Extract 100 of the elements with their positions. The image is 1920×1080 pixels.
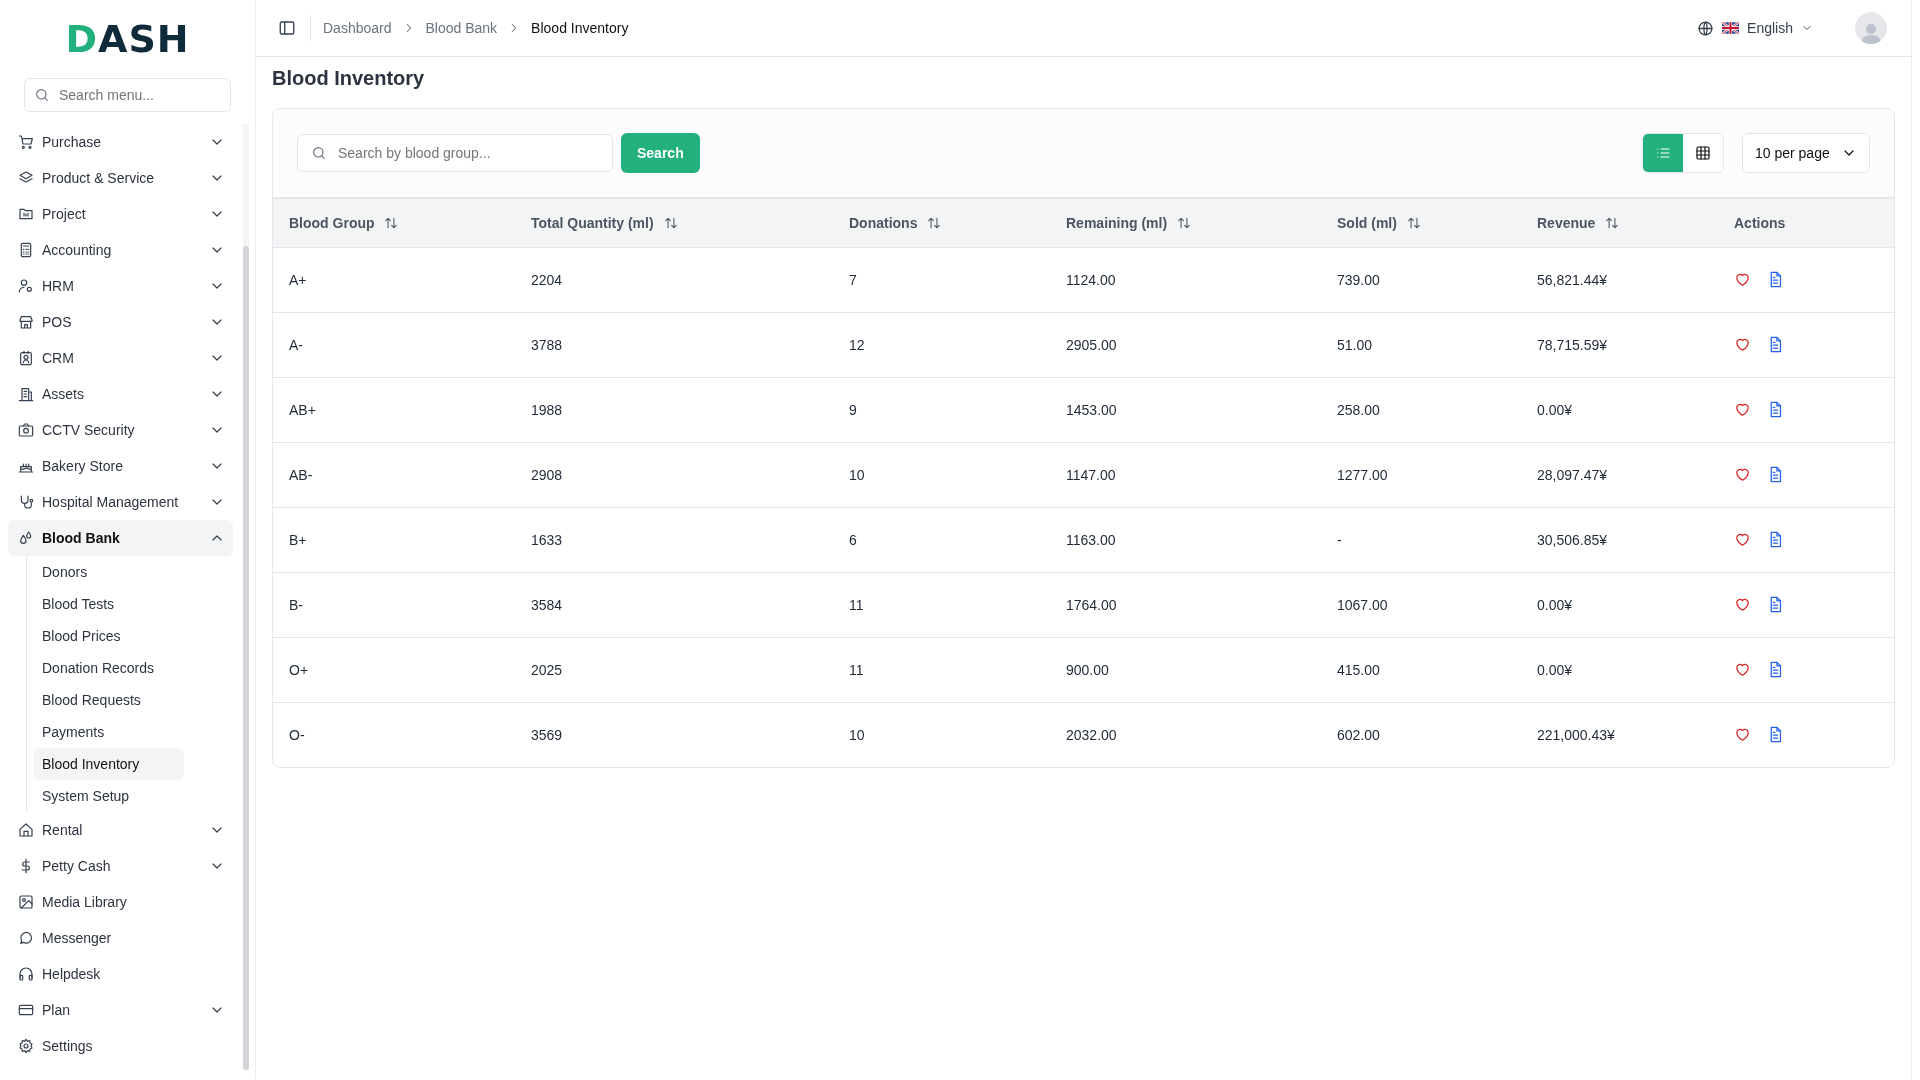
chat-icon (18, 930, 34, 946)
table-cell: 28,097.47¥ (1521, 442, 1718, 507)
table-cell: 2908 (515, 442, 833, 507)
table-cell: B- (273, 572, 515, 637)
menu-item[interactable]: Assets (8, 376, 233, 412)
table-cell: 51.00 (1321, 312, 1521, 377)
table-cell: 3569 (515, 702, 833, 767)
table-cell: - (1321, 507, 1521, 572)
table-cell: 739.00 (1321, 247, 1521, 312)
column-header[interactable]: Sold (ml) (1321, 199, 1521, 247)
submenu-item[interactable]: Blood Tests (34, 588, 184, 620)
menu-item[interactable]: Media Library (8, 884, 233, 920)
breadcrumb-link[interactable]: Dashboard (323, 20, 392, 36)
grid-icon (1695, 145, 1711, 161)
column-header[interactable]: Blood Group (273, 199, 515, 247)
language-selector[interactable]: English (1697, 19, 1813, 37)
contact-card-icon (18, 350, 34, 366)
table-cell: 2905.00 (1050, 312, 1321, 377)
breadcrumb-link[interactable]: Blood Bank (425, 20, 498, 36)
table-cell: 1764.00 (1050, 572, 1321, 637)
menu-item[interactable]: HRM (8, 268, 233, 304)
table-cell: 0.00¥ (1521, 637, 1718, 702)
list-icon (1655, 145, 1671, 161)
image-icon (18, 894, 34, 910)
menu-item[interactable]: CRM (8, 340, 233, 376)
table-cell: 1988 (515, 377, 833, 442)
table-cell: 3788 (515, 312, 833, 377)
submenu-item[interactable]: System Setup (34, 780, 184, 812)
table-cell: 1147.00 (1050, 442, 1321, 507)
menu-item[interactable]: Accounting (8, 232, 233, 268)
gear-icon (18, 1038, 34, 1054)
menu-item[interactable]: Hospital Management (8, 484, 233, 520)
table-cell: 6 (833, 507, 1050, 572)
breadcrumb-current: Blood Inventory (531, 20, 629, 36)
table-cell: 30,506.85¥ (1521, 507, 1718, 572)
column-header: Actions (1718, 199, 1894, 247)
menu-item[interactable]: Rental (8, 812, 233, 848)
table-cell: AB+ (273, 377, 515, 442)
menu-item[interactable]: Product & Service (8, 160, 233, 196)
per-page-select[interactable]: 10 per page (1742, 133, 1870, 173)
heart-button[interactable] (1734, 596, 1751, 613)
heart-button[interactable] (1734, 336, 1751, 353)
user-gear-icon (18, 278, 34, 294)
flag-icon (1722, 22, 1740, 34)
headphones-icon (18, 966, 34, 982)
heart-button[interactable] (1734, 271, 1751, 288)
table-cell: 1067.00 (1321, 572, 1521, 637)
table-cell: 2204 (515, 247, 833, 312)
table-cell: 1163.00 (1050, 507, 1321, 572)
heart-button[interactable] (1734, 726, 1751, 743)
menu-item[interactable]: Helpdesk (8, 956, 233, 992)
table-cell: AB- (273, 442, 515, 507)
table-cell: 900.00 (1050, 637, 1321, 702)
column-header[interactable]: Total Quantity (ml) (515, 199, 833, 247)
table-cell: 3584 (515, 572, 833, 637)
menu-item[interactable]: Settings (8, 1028, 233, 1064)
store-icon (18, 314, 34, 330)
submenu-item[interactable]: Donation Records (34, 652, 184, 684)
table-cell: 0.00¥ (1521, 572, 1718, 637)
submenu-item[interactable]: Blood Prices (34, 620, 184, 652)
table-cell: 11 (833, 572, 1050, 637)
table-cell: O+ (273, 637, 515, 702)
submenu-item[interactable]: Donors (34, 556, 184, 588)
submenu-item[interactable]: Blood Requests (34, 684, 184, 716)
heart-button[interactable] (1734, 531, 1751, 548)
menu-item[interactable]: Petty Cash (8, 848, 233, 884)
scrollbar[interactable] (243, 124, 249, 1070)
heart-button[interactable] (1734, 401, 1751, 418)
menu-item[interactable]: Plan (8, 992, 233, 1028)
menu-item[interactable]: Purchase (8, 124, 233, 160)
table-cell: A+ (273, 247, 515, 312)
menu-item[interactable]: POS (8, 304, 233, 340)
table-cell: 221,000.43¥ (1521, 702, 1718, 767)
camera-icon (18, 422, 34, 438)
table-cell: 12 (833, 312, 1050, 377)
table-cell: 1453.00 (1050, 377, 1321, 442)
folder-icon (18, 206, 34, 222)
column-header[interactable]: Donations (833, 199, 1050, 247)
drops-icon (18, 530, 34, 546)
menu-item[interactable]: Bakery Store (8, 448, 233, 484)
table-cell: 56,821.44¥ (1521, 247, 1718, 312)
menu-item[interactable]: Project (8, 196, 233, 232)
page-title: Blood Inventory (272, 67, 426, 90)
column-header[interactable]: Remaining (ml) (1050, 199, 1321, 247)
heart-button[interactable] (1734, 466, 1751, 483)
building-icon (18, 386, 34, 402)
menu-search-field[interactable]: Search menu... (24, 78, 231, 112)
column-header[interactable]: Revenue (1521, 199, 1718, 247)
menu-item[interactable]: Blood Bank (8, 520, 233, 556)
table-cell: 2025 (515, 637, 833, 702)
menu-item[interactable]: CCTV Security (8, 412, 233, 448)
table-cell: 10 (833, 442, 1050, 507)
language-label: English (1747, 20, 1793, 36)
submenu-item[interactable]: Blood Inventory (34, 748, 184, 780)
logo[interactable]: DASH (65, 17, 190, 61)
table-cell: 258.00 (1321, 377, 1521, 442)
submenu-item[interactable]: Payments (34, 716, 184, 748)
heart-button[interactable] (1734, 661, 1751, 678)
blood-group-search-field[interactable]: Search by blood group... (297, 134, 613, 172)
menu-item[interactable]: Messenger (8, 920, 233, 956)
